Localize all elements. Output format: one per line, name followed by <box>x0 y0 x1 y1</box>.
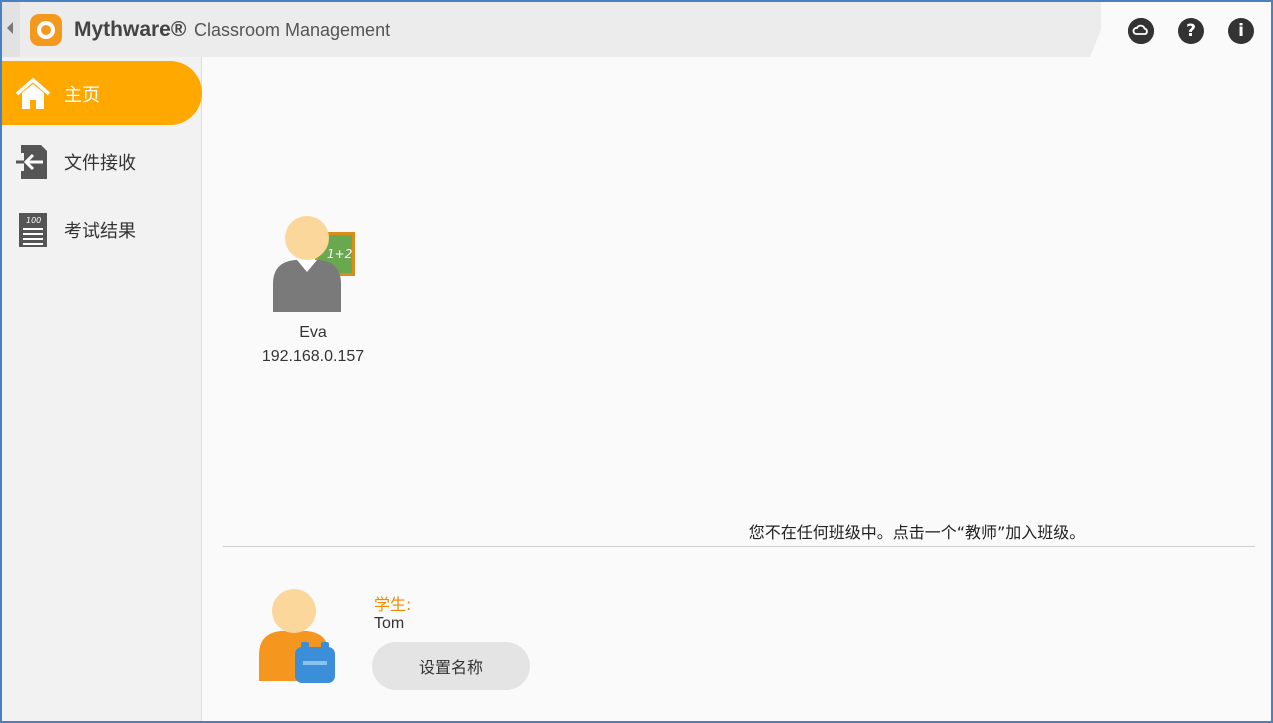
app-window: Mythware® Classroom Management ? i 主页 文件… <box>0 0 1273 723</box>
main-content: 1+2 Eva 192.168.0.157 您不在任何班级中。点击一个“教师”加… <box>203 57 1271 721</box>
sidebar-item-label: 考试结果 <box>64 221 136 242</box>
status-message: 您不在任何班级中。点击一个“教师”加入班级。 <box>748 523 1086 542</box>
home-icon <box>15 78 51 109</box>
back-button[interactable] <box>2 2 20 57</box>
teacher-ip: 192.168.0.157 <box>261 348 365 365</box>
student-avatar-icon <box>259 589 335 683</box>
teacher-avatar-icon: 1+2 <box>273 216 355 312</box>
student-label: 学生: <box>374 595 412 614</box>
sidebar-item-exam-results[interactable]: 100 考试结果 <box>2 197 202 261</box>
app-brand: Mythware® <box>74 18 187 41</box>
student-name: Tom <box>374 615 405 632</box>
cloud-icon[interactable] <box>1128 18 1154 44</box>
divider <box>223 546 1255 547</box>
svg-text:1+2: 1+2 <box>327 247 352 261</box>
mythware-logo-icon <box>30 14 62 46</box>
help-icon[interactable]: ? <box>1178 18 1204 44</box>
exam-results-icon: 100 <box>19 213 47 247</box>
sidebar-item-home[interactable]: 主页 <box>2 61 202 125</box>
sidebar-item-file-receive[interactable]: 文件接收 <box>2 129 202 193</box>
teacher-card[interactable]: 1+2 Eva 192.168.0.157 <box>243 212 383 366</box>
info-icon[interactable]: i <box>1228 18 1254 44</box>
sidebar: 主页 文件接收 100 考试结果 <box>2 57 202 721</box>
set-name-button[interactable]: 设置名称 <box>372 642 530 690</box>
teacher-name: Eva <box>299 324 327 341</box>
back-arrow-icon <box>7 22 13 34</box>
title-bar: Mythware® Classroom Management ? i <box>2 2 1271 57</box>
svg-text:100: 100 <box>26 216 41 225</box>
app-subtitle: Classroom Management <box>194 20 391 40</box>
file-receive-icon <box>16 145 47 179</box>
sidebar-item-label: 主页 <box>64 85 100 106</box>
sidebar-item-label: 文件接收 <box>64 153 136 174</box>
